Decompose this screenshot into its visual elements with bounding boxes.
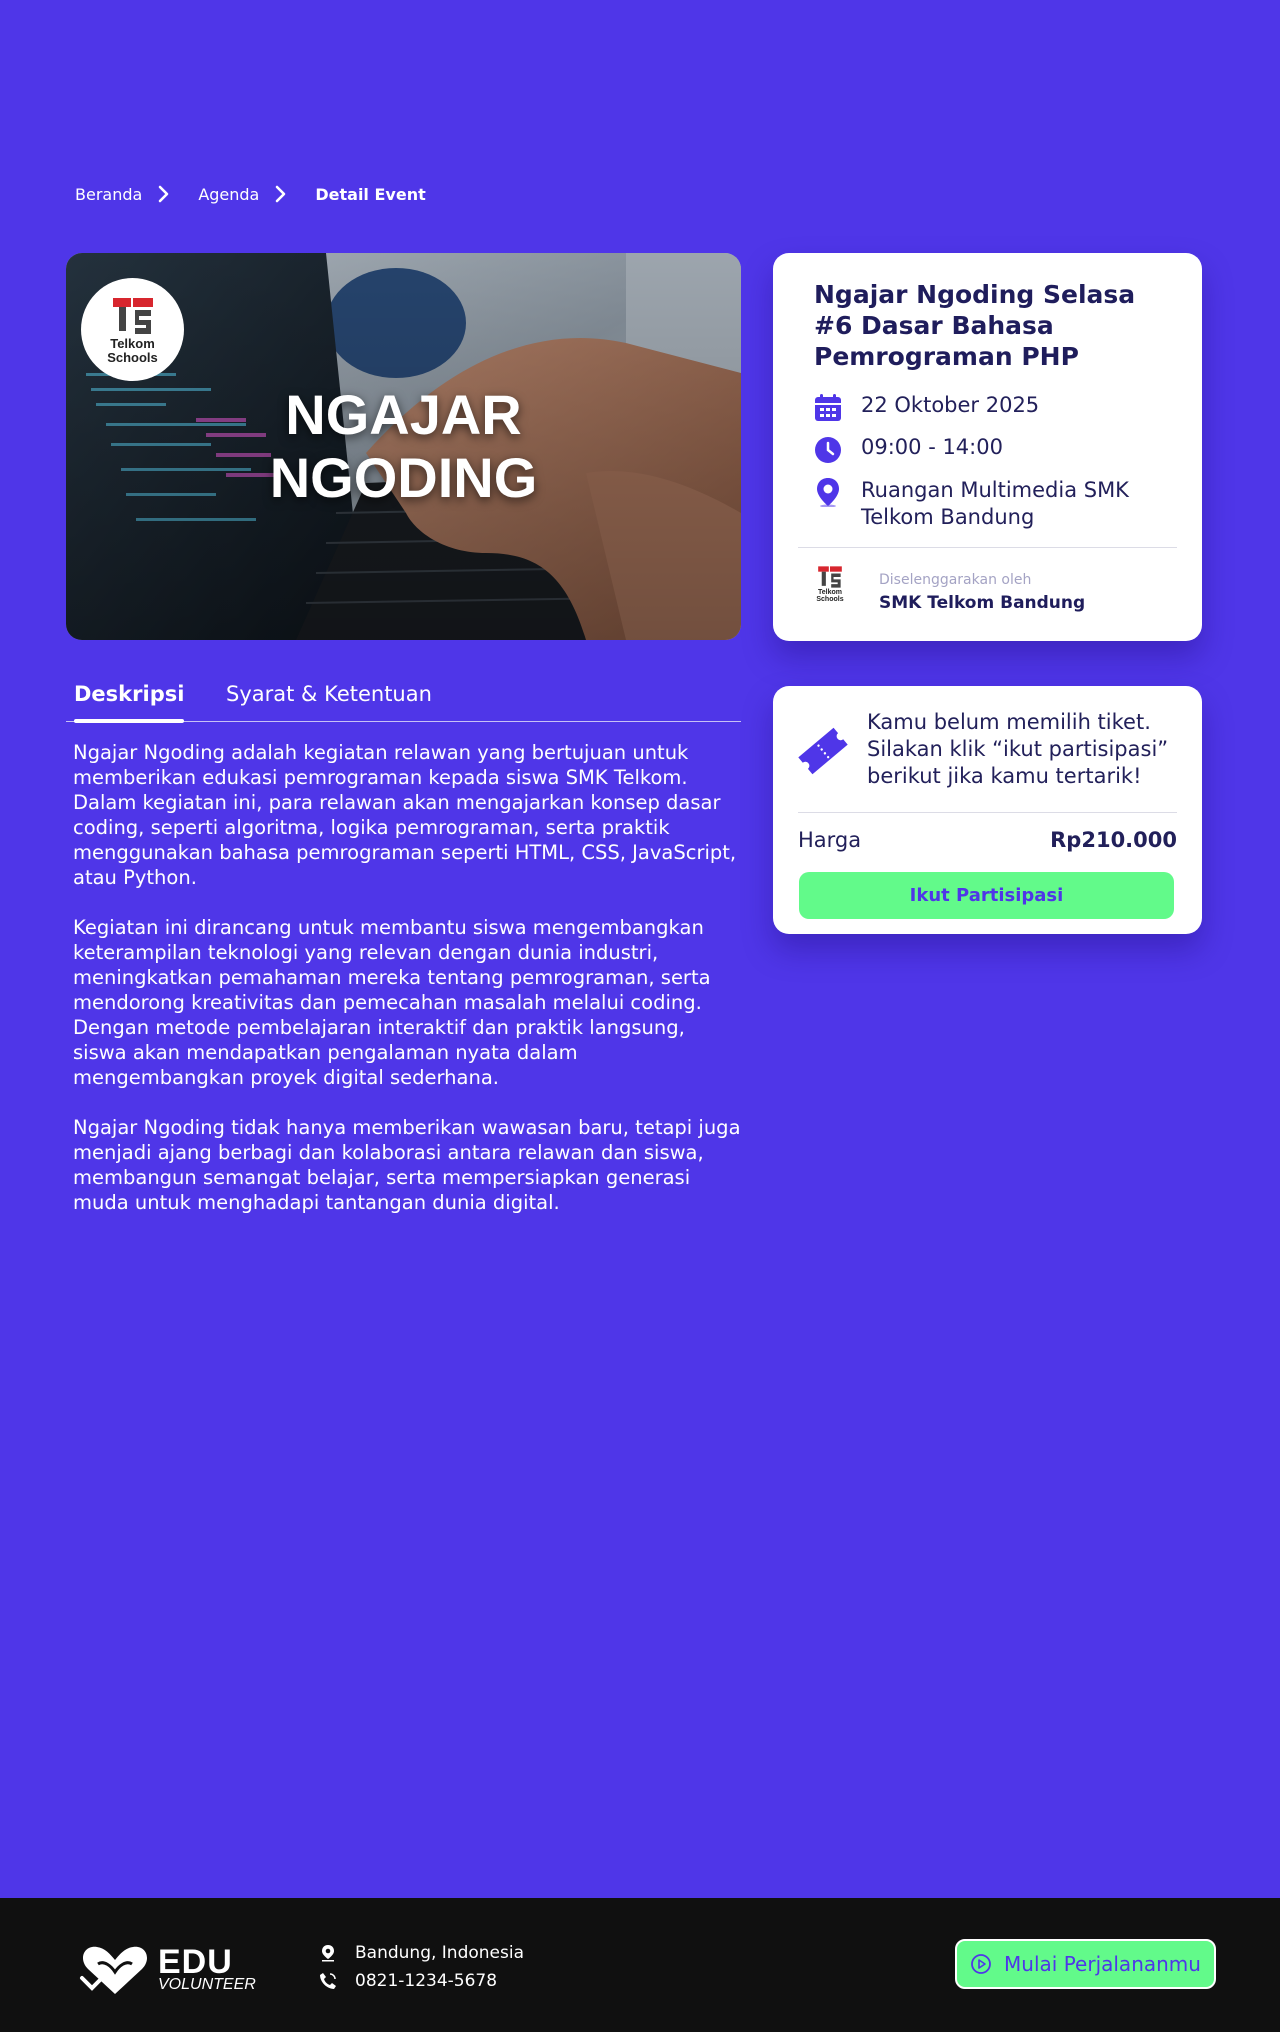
footer: EDU VOLUNTEER Bandung, Indonesia 0821-12… [0, 1898, 1280, 2032]
hero-title-line-2: NGODING [269, 446, 538, 509]
breadcrumb: Beranda Agenda Detail Event [75, 183, 426, 205]
play-circle-icon [971, 1954, 991, 1974]
event-title: Ngajar Ngoding Selasa #6 Dasar Bahasa Pe… [814, 280, 1136, 371]
clock-icon [813, 435, 843, 465]
event-location: Ruangan Multimedia SMK Telkom Bandung [861, 478, 1129, 529]
location-pin-icon [813, 477, 843, 507]
description-paragraph-1: Ngajar Ngoding adalah kegiatan relawan y… [73, 741, 737, 889]
organizer-logo: Telkom Schools [813, 565, 847, 611]
tab-syarat-ketentuan[interactable]: Syarat & Ketentuan [226, 682, 432, 706]
footer-location-text: Bandung, Indonesia [355, 1943, 525, 1963]
event-info-card: Ngajar Ngoding Selasa #6 Dasar Bahasa Pe… [773, 253, 1202, 641]
telkom-schools-emblem-icon [112, 297, 153, 334]
event-date-row: 22 Oktober 2025 [813, 393, 1039, 423]
description-paragraph-2: Kegiatan ini dirancang untuk membantu si… [73, 916, 711, 1089]
logo-text-schools: Schools [107, 349, 158, 365]
edu-volunteer-logo[interactable]: EDU VOLUNTEER [78, 1942, 256, 1998]
phone-icon [318, 1971, 338, 1991]
footer-phone: 0821-1234-5678 [318, 1971, 497, 1991]
tab-deskripsi[interactable]: Deskripsi [74, 682, 184, 706]
brand-edu: EDU [158, 1943, 233, 1981]
price-label: Harga [798, 828, 862, 852]
event-description: Ngajar Ngoding adalah kegiatan relawan y… [73, 740, 743, 1240]
brand-volunteer: VOLUNTEER [158, 1976, 256, 1993]
breadcrumb-beranda[interactable]: Beranda [75, 185, 142, 204]
price-value: Rp210.000 [1050, 828, 1177, 852]
event-location-row: Ruangan Multimedia SMK Telkom Bandung [813, 477, 1173, 531]
heart-logo-icon [80, 1946, 148, 1994]
ticket-divider [798, 812, 1177, 813]
detail-tabs: Deskripsi Syarat & Ketentuan [66, 676, 741, 723]
organizer-logo-text-1: Telkom [818, 589, 842, 596]
ticket-card: Kamu belum memilih tiket. Silakan klik “… [773, 686, 1202, 934]
event-time: 09:00 - 14:00 [861, 435, 1003, 459]
ticket-icon [796, 724, 850, 778]
cta-label: Mulai Perjalananmu [1004, 1952, 1201, 1976]
location-pin-icon [318, 1943, 338, 1963]
breadcrumb-detail-event: Detail Event [315, 184, 426, 204]
chevron-right-icon [150, 183, 178, 205]
hero-title-line-1: NGAJAR [285, 383, 522, 446]
active-tab-indicator [74, 719, 184, 723]
description-paragraph-3: Ngajar Ngoding tidak hanya memberikan wa… [73, 1116, 741, 1214]
organizer-logo-text-2: Schools [816, 596, 844, 603]
chevron-right-icon [267, 183, 295, 205]
calendar-icon [813, 393, 843, 423]
telkom-schools-logo: Telkom Schools [81, 278, 184, 381]
mulai-perjalananmu-button[interactable]: Mulai Perjalananmu [955, 1939, 1216, 1989]
ticket-message: Kamu belum memilih tiket. Silakan klik “… [867, 710, 1169, 788]
breadcrumb-agenda[interactable]: Agenda [198, 185, 259, 204]
event-date: 22 Oktober 2025 [861, 393, 1040, 417]
organizer-name[interactable]: SMK Telkom Bandung [879, 593, 1085, 613]
telkom-schools-emblem-icon [818, 566, 842, 588]
organizer-label: Diselenggarakan oleh [879, 572, 1032, 588]
hero-title: NGAJAR NGODING [66, 383, 741, 509]
footer-phone-text[interactable]: 0821-1234-5678 [355, 1971, 497, 1991]
event-hero-image: Telkom Schools NGAJAR NGODING [66, 253, 741, 640]
footer-location: Bandung, Indonesia [318, 1943, 524, 1963]
card-divider [798, 547, 1177, 548]
ikut-partisipasi-button[interactable]: Ikut Partisipasi [799, 872, 1174, 919]
event-time-row: 09:00 - 14:00 [813, 435, 1003, 465]
logo-text-telkom: Telkom [110, 335, 155, 351]
